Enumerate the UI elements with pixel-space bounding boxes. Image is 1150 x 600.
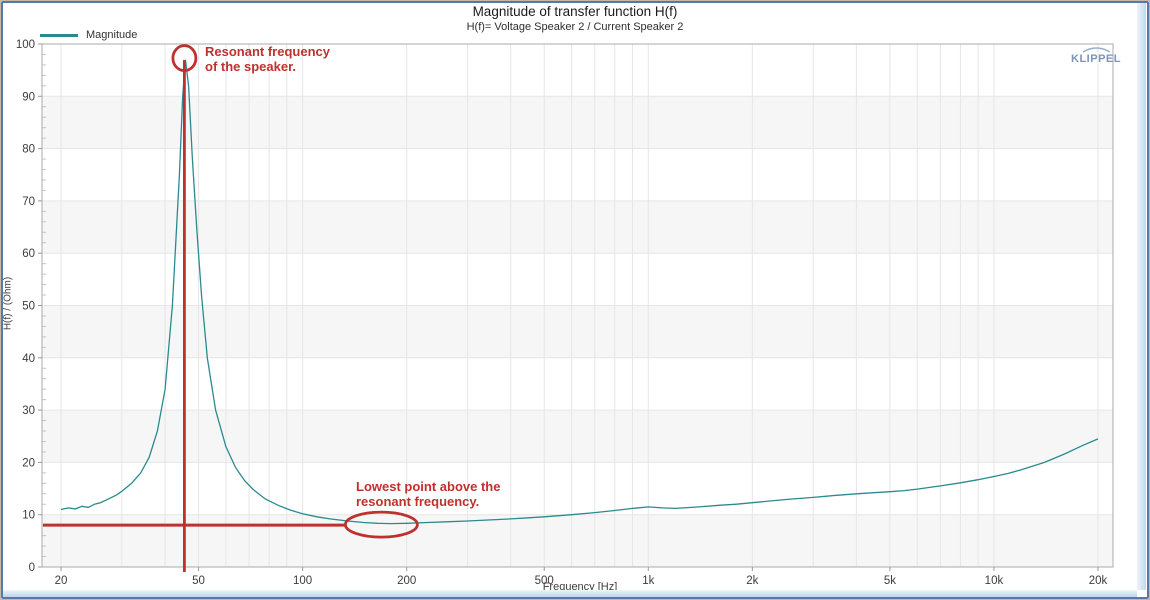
svg-text:10: 10 — [22, 510, 35, 522]
svg-text:80: 80 — [22, 144, 35, 156]
legend-label: Magnitude — [86, 29, 137, 41]
vertical-scrollbar[interactable] — [1137, 3, 1146, 590]
svg-text:60: 60 — [22, 248, 35, 260]
svg-text:100: 100 — [16, 39, 35, 51]
horizontal-scrollbar[interactable] — [3, 590, 1137, 597]
svg-text:40: 40 — [22, 353, 35, 365]
legend-line-swatch — [40, 34, 78, 37]
plot-stripes — [42, 96, 1113, 567]
svg-text:50: 50 — [22, 301, 35, 313]
svg-text:0: 0 — [29, 562, 35, 574]
klippel-chart-window: Magnitude of transfer function H(f) H(f)… — [0, 0, 1150, 600]
svg-text:70: 70 — [22, 196, 35, 208]
lowest-point-note: Lowest point above the resonant frequenc… — [356, 479, 500, 509]
plot-canvas: 20501002005001k2k5k10k20k010203040506070… — [0, 0, 1150, 600]
svg-text:30: 30 — [22, 405, 35, 417]
klippel-logo-text: KLIPPEL — [1071, 53, 1121, 65]
klippel-logo-arc-icon — [1083, 48, 1110, 52]
resonant-frequency-note: Resonant frequency of the speaker. — [205, 44, 330, 74]
svg-text:20: 20 — [22, 457, 35, 469]
legend: Magnitude — [40, 29, 137, 41]
klippel-logo: KLIPPEL — [1066, 44, 1126, 66]
svg-text:90: 90 — [22, 91, 35, 103]
